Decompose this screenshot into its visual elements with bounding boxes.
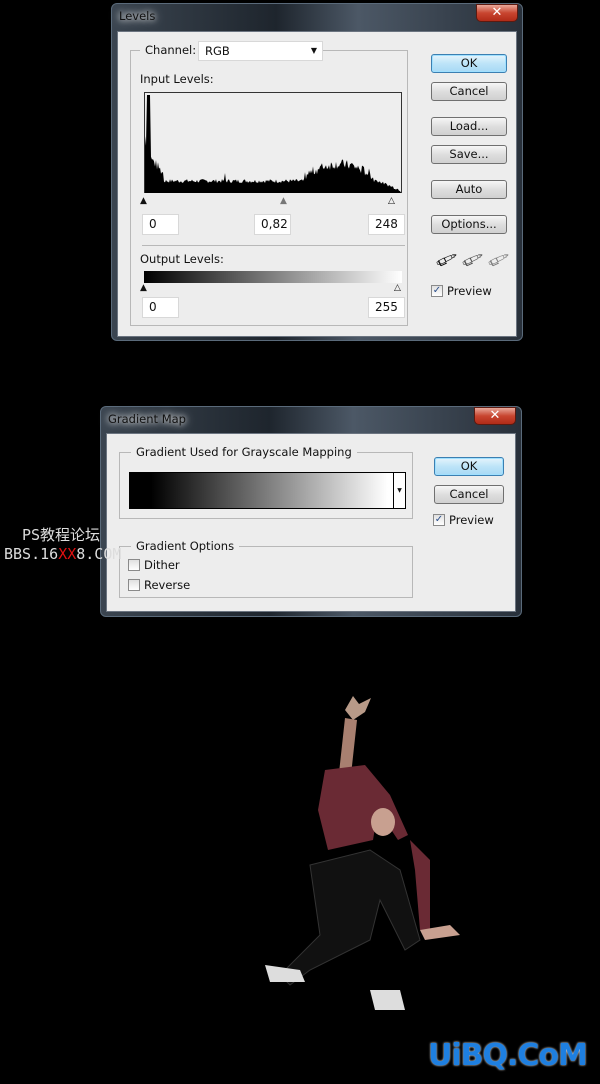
output-white-field[interactable]: 255 [368,297,405,318]
channel-select[interactable]: RGB ▼ [198,41,323,61]
cancel-button[interactable]: Cancel [431,82,507,101]
close-button[interactable]: ✕ [474,407,516,425]
output-white-slider-handle[interactable]: △ [394,283,401,293]
gradient-picker[interactable]: ▼ [129,472,406,509]
input-gamma-field[interactable]: 0,82 [254,214,291,235]
input-white-field[interactable]: 248 [368,214,405,235]
dialog-title: Levels [119,9,156,23]
input-slider[interactable]: ▲ ▲ △ [140,196,402,206]
options-button[interactable]: Options... [431,215,507,234]
dancer-photo [265,696,460,1010]
chevron-down-icon: ▼ [310,46,317,55]
gamma-slider-handle[interactable]: ▲ [280,196,287,206]
dither-label: Dither [144,558,180,572]
preview-checkbox[interactable]: ✓ [431,285,443,297]
dialog-title: Gradient Map [108,412,186,426]
channel-label: Channel: [140,43,202,57]
preview-label: Preview [449,513,494,527]
cancel-button[interactable]: Cancel [434,485,504,504]
gradient-preview [130,473,393,508]
reverse-label: Reverse [144,578,191,592]
preview-label: Preview [447,284,492,298]
white-point-slider-handle[interactable]: △ [388,196,395,206]
gradient-options-label: Gradient Options [131,539,240,553]
histogram [144,92,402,193]
output-black-slider-handle[interactable]: ▲ [140,283,147,293]
output-black-field[interactable]: 0 [142,297,179,318]
dither-checkbox[interactable] [128,559,140,571]
black-point-slider-handle[interactable]: ▲ [140,196,147,206]
gradient-dropdown-button[interactable]: ▼ [393,473,405,508]
black-eyedropper-icon[interactable]: 🖋 [433,247,459,272]
close-button[interactable]: ✕ [476,4,518,22]
input-black-field[interactable]: 0 [142,214,179,235]
ok-button[interactable]: OK [434,457,504,476]
auto-button[interactable]: Auto [431,180,507,199]
site-logo: UiBQ.CoM [428,1038,588,1073]
white-eyedropper-icon[interactable]: 🖋 [485,247,511,272]
gradient-map-dialog: Gradient Map ✕ Gradient Used for Graysca… [100,406,522,617]
save-button[interactable]: Save... [431,145,507,164]
watermark-forum: PS教程论坛 BBS.16XX8.COM [4,526,122,563]
preview-checkbox[interactable]: ✓ [433,514,445,526]
divider [142,245,405,246]
gradient-group-label: Gradient Used for Grayscale Mapping [131,445,357,459]
output-gradient-bar [144,271,402,283]
gray-eyedropper-icon[interactable]: 🖋 [459,247,485,272]
reverse-checkbox[interactable] [128,579,140,591]
levels-dialog: Levels ✕ Channel: RGB ▼ Input Levels: ▲ … [111,3,523,341]
output-levels-label: Output Levels: [140,252,224,266]
input-levels-label: Input Levels: [140,72,214,86]
ok-button[interactable]: OK [431,54,507,73]
load-button[interactable]: Load... [431,117,507,136]
